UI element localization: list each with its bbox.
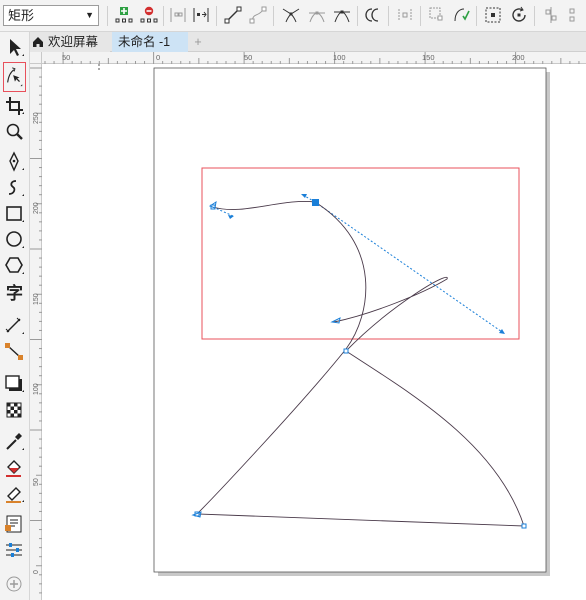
ellipse-tool[interactable]: [2, 228, 27, 252]
ruler-label: 50: [33, 478, 40, 486]
to-line-icon[interactable]: [222, 4, 244, 26]
tab-welcome[interactable]: 欢迎屏幕: [30, 32, 110, 52]
align-nodes-icon[interactable]: [540, 4, 562, 26]
object-properties-tool[interactable]: [2, 512, 27, 536]
separator: [476, 6, 477, 26]
symmetrical-node-icon[interactable]: [331, 4, 353, 26]
elastic-mode-icon[interactable]: [566, 4, 586, 26]
add-tool[interactable]: [2, 572, 27, 596]
add-tab-button[interactable]: +: [190, 32, 206, 52]
interactive-fill-tool[interactable]: [2, 456, 27, 480]
object-type-dropdown[interactable]: 矩形 ▼: [3, 5, 99, 26]
freehand-tool[interactable]: [2, 150, 27, 174]
separator: [107, 6, 108, 26]
transparency-tool[interactable]: [2, 398, 27, 422]
ruler-label: 50: [244, 53, 252, 62]
ruler-label: 250: [33, 112, 40, 124]
separator: [420, 6, 421, 26]
toolbox: 字: [0, 32, 30, 600]
page: [153, 67, 547, 573]
ruler-label: 200: [512, 53, 525, 62]
parallel-dimension-tool[interactable]: [2, 314, 27, 338]
tab-welcome-label: 欢迎屏幕: [48, 35, 99, 49]
reverse-direction-icon[interactable]: [362, 4, 384, 26]
polygon-tool[interactable]: [2, 254, 27, 278]
home-icon: [33, 37, 43, 47]
rotate-nodes-icon[interactable]: [508, 4, 530, 26]
tab-document-label: 未命名 -1: [118, 35, 171, 49]
property-bar: 矩形 ▼: [0, 0, 586, 32]
chevron-down-icon: ▼: [85, 10, 94, 20]
join-nodes-icon[interactable]: [167, 4, 189, 26]
ruler-origin[interactable]: [30, 52, 42, 64]
delete-node-icon[interactable]: [138, 4, 160, 26]
connector-tool[interactable]: [2, 340, 27, 364]
crop-tool[interactable]: [2, 94, 27, 118]
zoom-tool[interactable]: [2, 120, 27, 144]
rectangle-tool[interactable]: [2, 202, 27, 226]
document-tabs: 欢迎屏幕 未命名 -1 +: [30, 32, 586, 52]
close-curve-icon[interactable]: [450, 4, 472, 26]
add-node-icon[interactable]: [113, 4, 135, 26]
to-curve-icon[interactable]: [247, 4, 269, 26]
smooth-node-icon[interactable]: [306, 4, 328, 26]
horizontal-ruler[interactable]: 50 0 50 100 150 200: [42, 52, 586, 64]
ruler-label: 150: [422, 53, 435, 62]
color-palette-tool[interactable]: [2, 538, 27, 562]
separator: [388, 6, 389, 26]
ruler-label: 50: [62, 53, 70, 62]
text-tool-glyph: 字: [6, 284, 23, 303]
pick-tool[interactable]: [2, 36, 27, 60]
separator: [163, 6, 164, 26]
vertical-ruler[interactable]: 250 200 150 100 50 0: [30, 64, 42, 600]
extract-subpath-icon[interactable]: [426, 4, 448, 26]
select-all-nodes-icon[interactable]: [482, 4, 504, 26]
object-type-value: 矩形: [8, 8, 35, 23]
curve-node[interactable]: [343, 348, 349, 354]
ruler-label: 0: [33, 570, 40, 574]
artistic-media-tool[interactable]: [2, 176, 27, 200]
separator: [216, 6, 217, 26]
eyedropper-tool[interactable]: [2, 430, 27, 454]
break-curve-icon[interactable]: [190, 4, 212, 26]
drawing-canvas[interactable]: [42, 64, 586, 600]
cusp-node-icon[interactable]: [280, 4, 302, 26]
add-tab-label: +: [194, 35, 202, 49]
shape-tool[interactable]: [3, 62, 26, 92]
selected-node[interactable]: [312, 199, 319, 206]
separator: [534, 6, 535, 26]
ruler-label: 150: [33, 293, 40, 305]
separator: [357, 6, 358, 26]
smart-fill-tool[interactable]: [2, 482, 27, 506]
separator: [273, 6, 274, 26]
ruler-label: 100: [33, 383, 40, 395]
ruler-label: 100: [333, 53, 346, 62]
tab-document[interactable]: 未命名 -1: [112, 32, 188, 52]
curve-node[interactable]: [521, 523, 527, 529]
ruler-label: 200: [33, 202, 40, 214]
text-tool[interactable]: 字: [2, 282, 27, 306]
ruler-label: 0: [156, 53, 160, 62]
extend-curve-icon[interactable]: [394, 4, 416, 26]
drop-shadow-tool[interactable]: [2, 372, 27, 396]
